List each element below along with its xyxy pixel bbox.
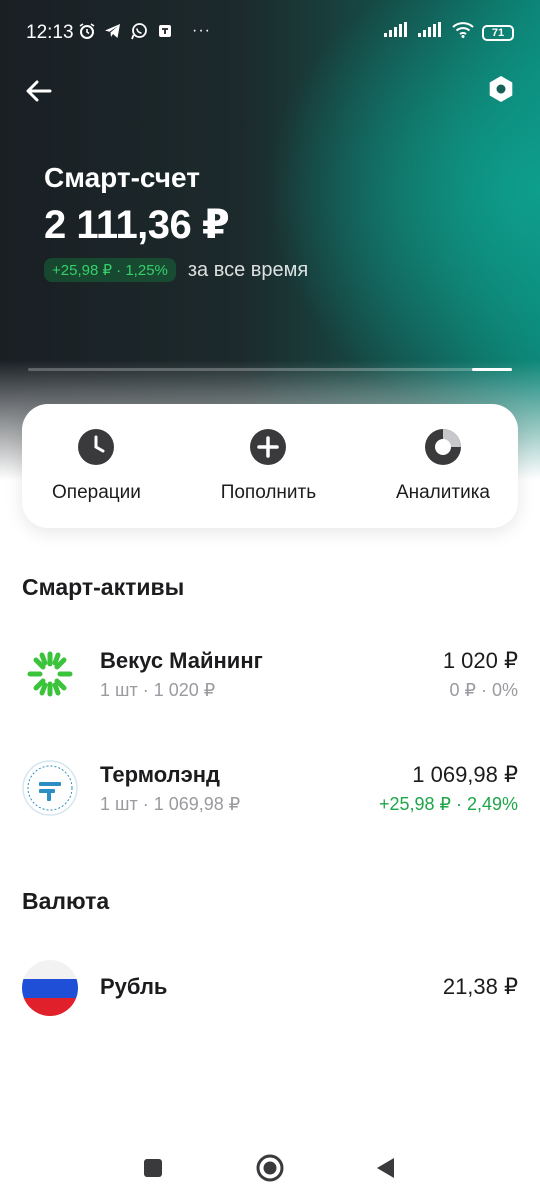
settings-button[interactable] <box>484 72 518 106</box>
asset-change: 0 ₽ · 0% <box>449 680 518 700</box>
signal-icon <box>384 22 410 43</box>
account-title: Смарт-счет <box>44 162 200 193</box>
termoland-logo <box>22 760 78 816</box>
analytics-label: Аналитика <box>395 482 490 503</box>
asset-quantity: 1 шт · 1 069,98 ₽ <box>100 794 241 814</box>
top-up-button[interactable]: Пополнить <box>221 404 316 528</box>
system-navigation-bar <box>0 1140 540 1200</box>
russia-flag-icon <box>22 960 78 1016</box>
currency-name: Рубль <box>100 974 168 999</box>
whatsapp-icon <box>130 22 148 40</box>
clock-icon <box>78 429 115 465</box>
carousel-indicator-active <box>472 368 512 371</box>
asset-value: 1 069,98 ₽ <box>412 762 518 787</box>
system-status-icons: 71 <box>384 22 514 43</box>
triangle-back-icon <box>377 1158 394 1178</box>
asset-row-termoland[interactable]: Термолэнд 1 шт · 1 069,98 ₽ 1 069,98 ₽ +… <box>22 754 518 824</box>
arrow-left-icon <box>26 80 52 102</box>
asset-quantity: 1 шт · 1 020 ₽ <box>100 680 216 700</box>
asset-name: Векус Майнинг <box>100 648 263 673</box>
account-change-badge: +25,98 ₽ · 1,25% <box>44 258 176 282</box>
notification-icons: ··· <box>78 22 211 40</box>
wifi-icon <box>452 22 474 43</box>
recent-apps-button[interactable] <box>139 1154 167 1182</box>
home-button[interactable] <box>256 1154 284 1182</box>
asset-value: 1 020 ₽ <box>442 648 518 673</box>
back-nav-button[interactable] <box>372 1154 400 1182</box>
battery-indicator: 71 <box>482 24 514 41</box>
account-balance: 2 111,36 ₽ <box>44 203 230 247</box>
asset-change: +25,98 ₽ · 2,49% <box>378 794 518 814</box>
signal-icon-2 <box>418 22 444 43</box>
back-button[interactable] <box>22 74 56 108</box>
shield-icon <box>156 22 174 40</box>
operations-label: Операции <box>52 482 141 503</box>
account-change-caption: за все время <box>187 258 309 281</box>
more-notifications-indicator: ··· <box>192 22 211 39</box>
square-icon <box>144 1159 162 1177</box>
top-up-label: Пополнить <box>220 482 317 503</box>
operations-button[interactable]: Операции <box>52 404 141 528</box>
asset-row-vekus[interactable]: Векус Майнинг 1 шт · 1 020 ₽ 1 020 ₽ 0 ₽… <box>22 640 518 710</box>
status-bar: 12:13 ··· 71 <box>0 0 540 66</box>
settings-hexagon-icon <box>489 76 513 102</box>
currency-value: 21,38 ₽ <box>442 974 518 999</box>
pie-chart-icon <box>424 429 461 465</box>
smart-assets-title: Смарт-активы <box>22 574 185 600</box>
alarm-icon <box>78 22 96 40</box>
telegram-icon <box>104 22 122 40</box>
currency-row-ruble[interactable]: Рубль 21,38 ₽ <box>22 954 518 1024</box>
analytics-button[interactable]: Аналитика <box>396 404 490 528</box>
carousel-indicator <box>28 368 512 371</box>
plus-icon <box>250 429 287 465</box>
currency-title: Валюта <box>22 888 110 914</box>
account-change-row: +25,98 ₽ · 1,25% за все время <box>44 258 308 282</box>
circle-home-icon <box>256 1154 284 1182</box>
vekus-logo <box>22 646 78 702</box>
actions-card: Операции Пополнить Аналитика <box>22 404 518 528</box>
status-time: 12:13 <box>26 22 74 43</box>
asset-name: Термолэнд <box>100 762 220 787</box>
